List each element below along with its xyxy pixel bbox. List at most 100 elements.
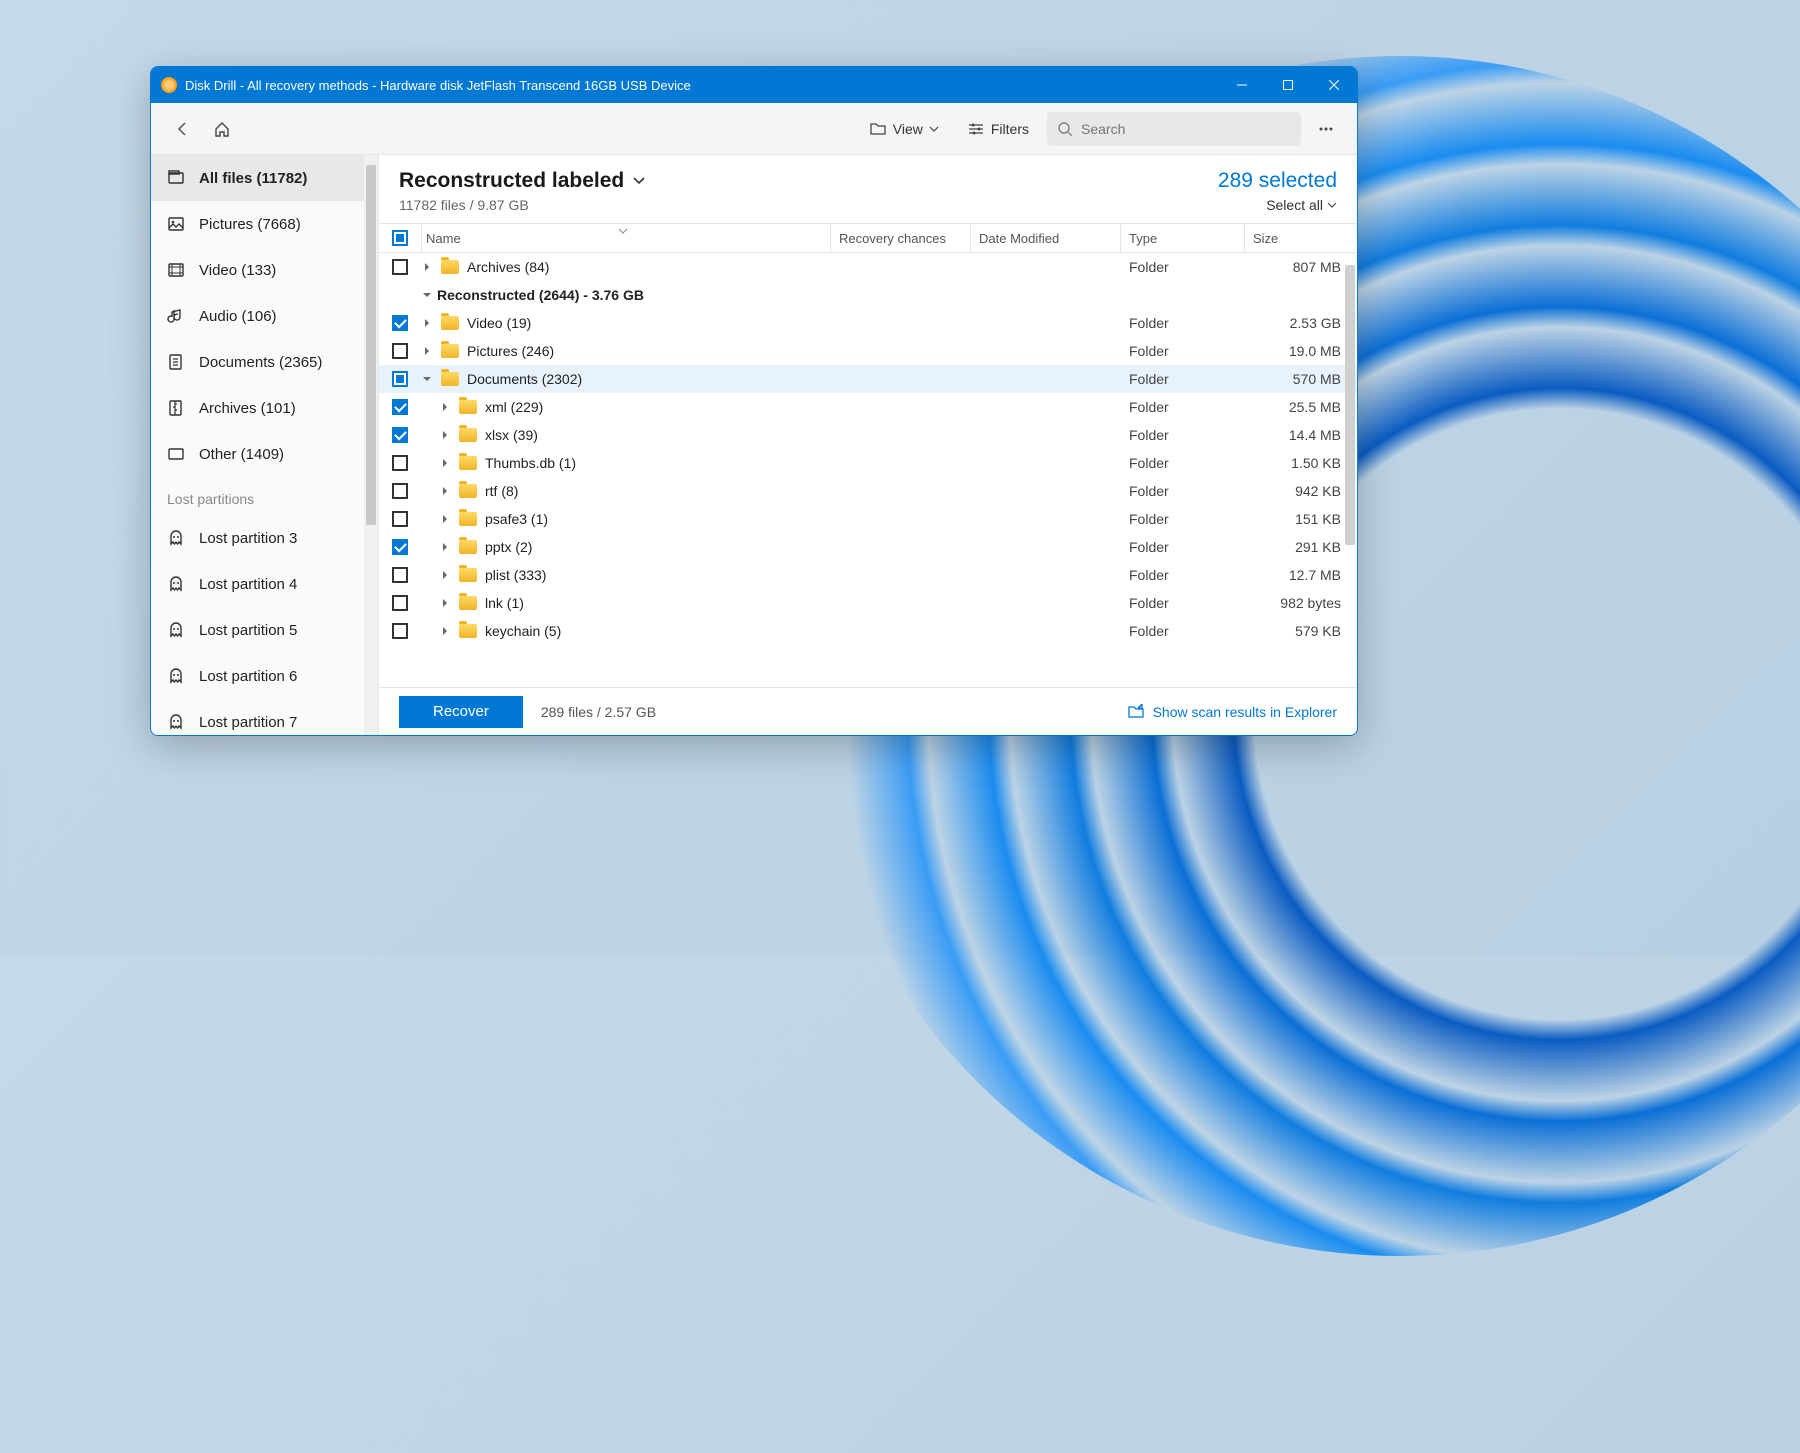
show-in-explorer-link[interactable]: Show scan results in Explorer bbox=[1127, 703, 1337, 721]
row-checkbox[interactable] bbox=[392, 259, 408, 275]
folder-icon bbox=[459, 512, 477, 526]
sidebar-item-other[interactable]: Other (1409) bbox=[151, 431, 378, 477]
row-checkbox[interactable] bbox=[392, 539, 408, 555]
folder-icon bbox=[459, 624, 477, 638]
column-type[interactable]: Type bbox=[1121, 224, 1245, 252]
chevron-down-icon bbox=[618, 226, 628, 236]
ghost-icon bbox=[167, 529, 185, 547]
header-checkbox[interactable] bbox=[392, 230, 408, 246]
maximize-button[interactable] bbox=[1265, 67, 1311, 103]
sidebar-item-label: Pictures (7668) bbox=[199, 216, 301, 233]
minimize-icon bbox=[1237, 80, 1247, 90]
row-size: 807 MB bbox=[1245, 259, 1357, 275]
explorer-link-label: Show scan results in Explorer bbox=[1153, 704, 1337, 720]
back-button[interactable] bbox=[165, 112, 199, 146]
sidebar-item-video[interactable]: Video (133) bbox=[151, 247, 378, 293]
expand-toggle[interactable] bbox=[421, 373, 433, 385]
row-checkbox[interactable] bbox=[392, 595, 408, 611]
scrollbar-thumb[interactable] bbox=[366, 165, 376, 525]
row-checkbox[interactable] bbox=[392, 315, 408, 331]
expand-toggle[interactable] bbox=[439, 597, 451, 609]
sidebar-item-audio[interactable]: Audio (106) bbox=[151, 293, 378, 339]
sidebar-item-partition[interactable]: Lost partition 7 bbox=[151, 699, 378, 735]
table-row[interactable]: lnk (1) Folder 982 bytes bbox=[379, 589, 1357, 617]
more-button[interactable] bbox=[1309, 112, 1343, 146]
table-row[interactable]: psafe3 (1) Folder 151 KB bbox=[379, 505, 1357, 533]
sidebar-item-pictures[interactable]: Pictures (7668) bbox=[151, 201, 378, 247]
expand-toggle[interactable] bbox=[439, 401, 451, 413]
expand-toggle[interactable] bbox=[439, 485, 451, 497]
table-row[interactable]: Thumbs.db (1) Folder 1.50 KB bbox=[379, 449, 1357, 477]
more-icon bbox=[1317, 120, 1335, 138]
table-row[interactable]: Pictures (246) Folder 19.0 MB bbox=[379, 337, 1357, 365]
sidebar-item-partition[interactable]: Lost partition 5 bbox=[151, 607, 378, 653]
scrollbar[interactable] bbox=[1343, 253, 1357, 687]
view-dropdown[interactable]: View bbox=[859, 112, 949, 146]
filters-button[interactable]: Filters bbox=[957, 112, 1039, 146]
row-size: 12.7 MB bbox=[1245, 567, 1357, 583]
row-checkbox[interactable] bbox=[392, 371, 408, 387]
folder-icon bbox=[459, 456, 477, 470]
folder-icon bbox=[459, 596, 477, 610]
recover-button[interactable]: Recover bbox=[399, 696, 523, 728]
row-checkbox[interactable] bbox=[392, 427, 408, 443]
expand-toggle[interactable] bbox=[421, 261, 433, 273]
sidebar-item-partition[interactable]: Lost partition 4 bbox=[151, 561, 378, 607]
column-name[interactable]: Name bbox=[421, 224, 831, 252]
sidebar-item-allfiles[interactable]: All files (11782) bbox=[151, 155, 378, 201]
table-row[interactable]: rtf (8) Folder 942 KB bbox=[379, 477, 1357, 505]
row-checkbox[interactable] bbox=[392, 623, 408, 639]
scrollbar-thumb[interactable] bbox=[1345, 265, 1355, 545]
main-title[interactable]: Reconstructed labeled bbox=[399, 169, 1218, 193]
row-checkbox[interactable] bbox=[392, 567, 408, 583]
minimize-button[interactable] bbox=[1219, 67, 1265, 103]
table-row[interactable]: pptx (2) Folder 291 KB bbox=[379, 533, 1357, 561]
search-box[interactable] bbox=[1047, 112, 1301, 146]
expand-toggle[interactable] bbox=[439, 569, 451, 581]
select-all-button[interactable]: Select all bbox=[1218, 197, 1337, 213]
expand-toggle[interactable] bbox=[439, 625, 451, 637]
sidebar-item-label: Lost partition 6 bbox=[199, 668, 297, 685]
column-size[interactable]: Size bbox=[1245, 224, 1357, 252]
home-button[interactable] bbox=[205, 112, 239, 146]
sidebar-item-partition[interactable]: Lost partition 3 bbox=[151, 515, 378, 561]
row-checkbox[interactable] bbox=[392, 343, 408, 359]
expand-toggle[interactable] bbox=[439, 457, 451, 469]
search-input[interactable] bbox=[1081, 121, 1291, 137]
table-row[interactable]: xlsx (39) Folder 14.4 MB bbox=[379, 421, 1357, 449]
row-name-label: Documents (2302) bbox=[467, 371, 582, 387]
expand-toggle[interactable] bbox=[421, 317, 433, 329]
sidebar-scrollbar[interactable] bbox=[364, 155, 378, 735]
expand-toggle[interactable] bbox=[439, 429, 451, 441]
table-row[interactable]: xml (229) Folder 25.5 MB bbox=[379, 393, 1357, 421]
table-row[interactable]: Documents (2302) Folder 570 MB bbox=[379, 365, 1357, 393]
titlebar[interactable]: Disk Drill - All recovery methods - Hard… bbox=[151, 67, 1357, 103]
row-type: Folder bbox=[1121, 371, 1245, 387]
row-name-label: rtf (8) bbox=[485, 483, 518, 499]
row-type: Folder bbox=[1121, 399, 1245, 415]
table-row[interactable]: Video (19) Folder 2.53 GB bbox=[379, 309, 1357, 337]
back-icon bbox=[173, 120, 191, 138]
table-row[interactable]: Archives (84) Folder 807 MB bbox=[379, 253, 1357, 281]
expand-toggle[interactable] bbox=[439, 513, 451, 525]
table-row[interactable]: keychain (5) Folder 579 KB bbox=[379, 617, 1357, 645]
row-checkbox[interactable] bbox=[392, 455, 408, 471]
close-button[interactable] bbox=[1311, 67, 1357, 103]
row-checkbox[interactable] bbox=[392, 511, 408, 527]
expand-toggle[interactable] bbox=[421, 345, 433, 357]
row-size: 982 bytes bbox=[1245, 595, 1357, 611]
table-row[interactable]: plist (333) Folder 12.7 MB bbox=[379, 561, 1357, 589]
row-checkbox[interactable] bbox=[392, 399, 408, 415]
sidebar-item-partition[interactable]: Lost partition 6 bbox=[151, 653, 378, 699]
row-type: Folder bbox=[1121, 595, 1245, 611]
chevron-down-icon bbox=[632, 174, 646, 188]
expand-toggle[interactable] bbox=[421, 289, 433, 301]
sidebar-item-archives[interactable]: Archives (101) bbox=[151, 385, 378, 431]
row-checkbox[interactable] bbox=[392, 483, 408, 499]
column-date[interactable]: Date Modified bbox=[971, 224, 1121, 252]
sidebar-item-docs[interactable]: Documents (2365) bbox=[151, 339, 378, 385]
other-icon bbox=[167, 445, 185, 463]
expand-toggle[interactable] bbox=[439, 541, 451, 553]
table-row[interactable]: Reconstructed (2644) - 3.76 GB bbox=[379, 281, 1357, 309]
column-recovery[interactable]: Recovery chances bbox=[831, 224, 971, 252]
